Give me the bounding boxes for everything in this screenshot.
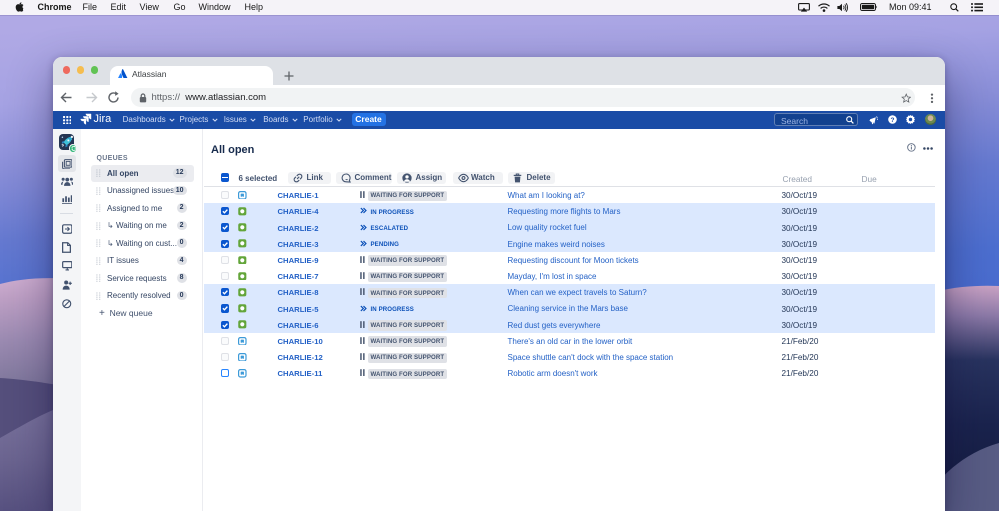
svg-text:?: ?	[890, 117, 894, 124]
